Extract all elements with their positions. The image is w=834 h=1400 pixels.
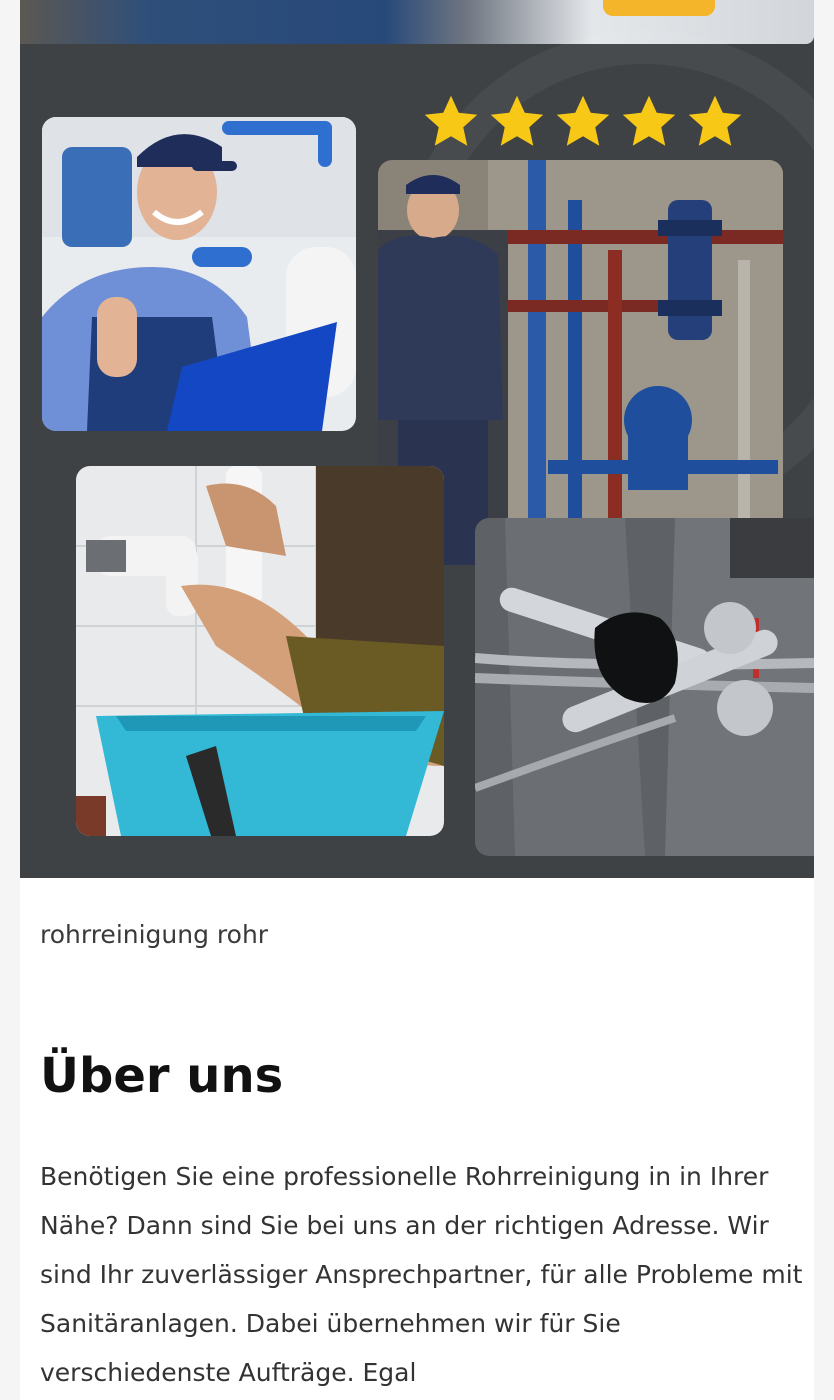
photo-wrenches-hoses	[475, 518, 814, 856]
photo-plumber-thumbs-up	[42, 117, 356, 431]
photo-sink-drain	[76, 466, 444, 836]
star-icon	[556, 95, 610, 146]
hero-collage	[20, 0, 814, 878]
image-caption: rohrreinigung rohr	[40, 920, 269, 949]
about-heading: Über uns	[40, 1048, 284, 1104]
star-icon	[490, 95, 544, 146]
content-card: rohrreinigung rohr Über uns Benötigen Si…	[20, 0, 814, 1400]
rating-stars	[420, 92, 750, 152]
about-text: Benötigen Sie eine professionelle Rohrre…	[40, 1162, 803, 1387]
star-icon	[424, 95, 478, 146]
star-icon	[688, 95, 742, 146]
star-icon	[622, 95, 676, 146]
yellow-badge	[603, 0, 715, 16]
page: rohrreinigung rohr Über uns Benötigen Si…	[0, 0, 834, 1400]
